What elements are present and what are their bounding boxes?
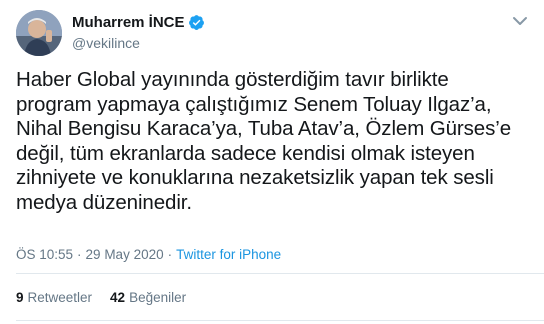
tweet-source-link[interactable]: Twitter for iPhone (176, 247, 281, 262)
tweet-date[interactable]: 29 May 2020 (86, 247, 164, 262)
author-handle[interactable]: @vekilince (72, 35, 140, 51)
separator-dot: · (167, 247, 173, 262)
likes-count: 42 (110, 290, 126, 305)
tweet-card: Muharrem İNCE @vekilince Haber Global ya… (0, 0, 544, 324)
verified-badge-icon (188, 14, 205, 31)
chevron-down-icon[interactable] (511, 14, 529, 26)
tweet-metadata: ÖS 10:55 · 29 May 2020 · Twitter for iPh… (16, 247, 281, 262)
likes-stat[interactable]: 42 Beğeniler (110, 290, 186, 305)
retweets-count: 9 (16, 290, 24, 305)
retweets-stat[interactable]: 9 Retweetler (16, 290, 92, 305)
tweet-text: Haber Global yayınında gösterdiğim tavır… (16, 68, 512, 214)
avatar[interactable] (16, 10, 62, 56)
avatar-image (16, 10, 62, 56)
author-name-row[interactable]: Muharrem İNCE (72, 12, 205, 32)
divider (16, 320, 544, 321)
engagement-stats: 9 Retweetler 42 Beğeniler (16, 290, 204, 305)
author-display-name[interactable]: Muharrem İNCE (72, 14, 185, 31)
divider (16, 273, 544, 274)
retweets-label: Retweetler (27, 290, 93, 305)
likes-label: Beğeniler (129, 290, 187, 305)
separator-dot: · (77, 247, 82, 262)
tweet-time[interactable]: ÖS 10:55 (16, 247, 73, 262)
